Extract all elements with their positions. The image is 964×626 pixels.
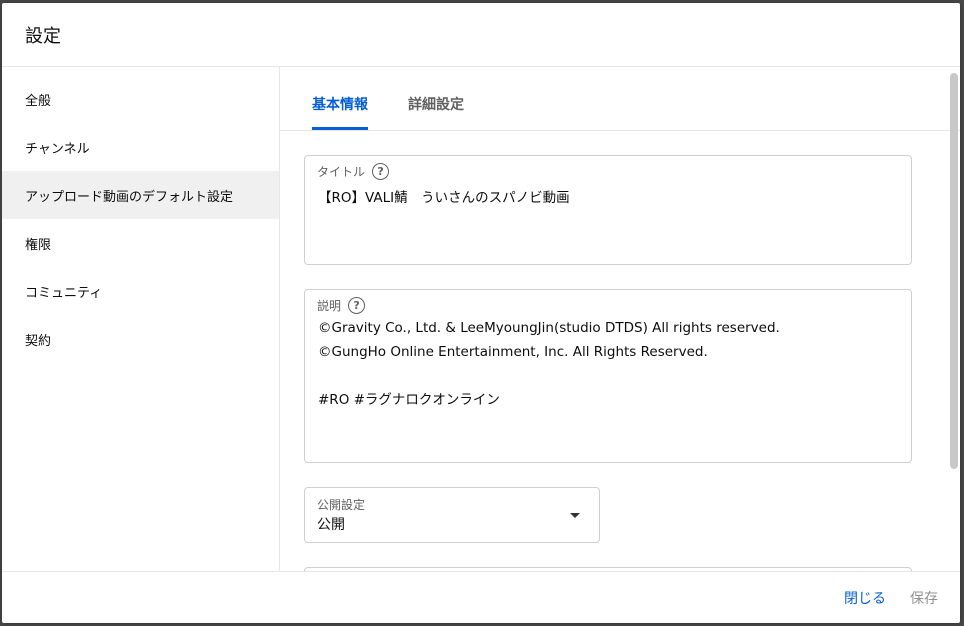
sidebar-item-community[interactable]: コミュニティ	[2, 267, 279, 315]
sidebar-item-agreements[interactable]: 契約	[2, 315, 279, 363]
title-field[interactable]: タイトル ? 【RO】VALI鯖 ういさんのスパノビ動画	[304, 155, 912, 265]
tab-bar: 基本情報 詳細設定	[280, 67, 960, 131]
settings-content: 基本情報 詳細設定 タイトル ? 【RO】VALI鯖 ういさんのスパノビ動画 説…	[280, 67, 960, 571]
tab-basic-info[interactable]: 基本情報	[312, 67, 368, 130]
dialog-body: 全般 チャンネル アップロード動画のデフォルト設定 権限 コミュニティ 契約 基…	[2, 67, 960, 571]
sidebar-item-permissions[interactable]: 権限	[2, 219, 279, 267]
visibility-value: 公開	[317, 517, 345, 533]
close-button[interactable]: 閉じる	[844, 588, 886, 608]
visibility-label: 公開設定	[317, 498, 366, 512]
tab-advanced-settings[interactable]: 詳細設定	[408, 67, 464, 130]
description-label: 説明	[317, 299, 342, 313]
settings-dialog: 設定 全般 チャンネル アップロード動画のデフォルト設定 権限 コミュニティ 契…	[2, 3, 960, 623]
help-icon[interactable]: ?	[348, 297, 366, 314]
description-textarea[interactable]: ©Gravity Co., Ltd. & LeeMyoungJin(studio…	[318, 316, 899, 412]
title-label: タイトル	[317, 165, 366, 179]
sidebar-item-general[interactable]: 全般	[2, 75, 279, 123]
visibility-select[interactable]: 公開設定 公開	[304, 487, 600, 543]
description-field[interactable]: 説明 ? ©Gravity Co., Ltd. & LeeMyoungJin(s…	[304, 289, 912, 463]
description-label-row: 説明 ?	[317, 297, 366, 314]
help-icon[interactable]: ?	[372, 163, 390, 180]
title-label-row: タイトル ?	[317, 163, 390, 180]
sidebar-item-upload-defaults[interactable]: アップロード動画のデフォルト設定	[2, 171, 279, 219]
settings-sidebar: 全般 チャンネル アップロード動画のデフォルト設定 権限 コミュニティ 契約	[2, 67, 280, 571]
dialog-footer: 閉じる 保存	[2, 571, 960, 623]
save-button[interactable]: 保存	[910, 588, 938, 608]
dropdown-arrow-icon	[570, 513, 580, 518]
dialog-header: 設定	[2, 3, 960, 67]
content-scrollbar[interactable]	[950, 73, 958, 469]
title-input[interactable]: 【RO】VALI鯖 ういさんのスパノビ動画	[318, 186, 899, 210]
dialog-title: 設定	[25, 25, 61, 47]
sidebar-item-channel[interactable]: チャンネル	[2, 123, 279, 171]
